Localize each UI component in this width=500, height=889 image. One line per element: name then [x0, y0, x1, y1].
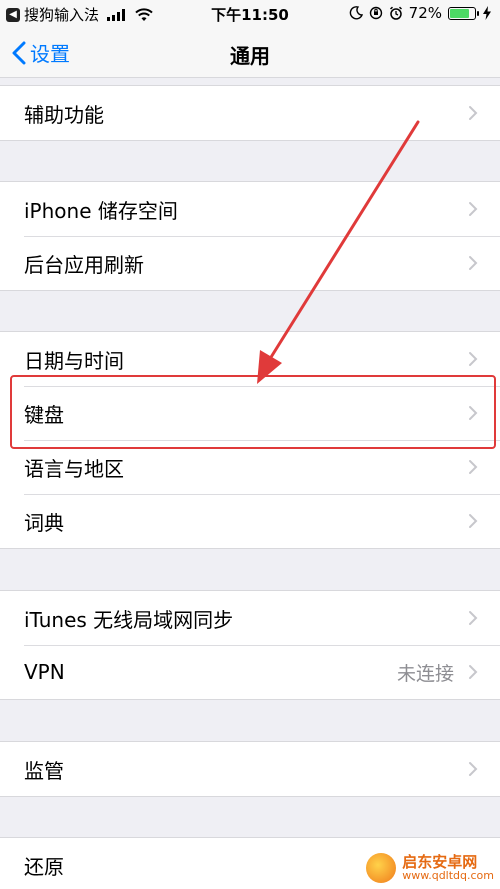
navigation-bar: 设置 通用 [0, 28, 500, 78]
status-bar: ◀ 搜狗输入法 下午11:50 72% [0, 0, 500, 28]
settings-group-network: iTunes 无线局域网同步 VPN 未连接 [0, 590, 500, 700]
moon-icon [349, 6, 363, 20]
battery-icon [448, 6, 479, 20]
row-iphone-storage[interactable]: iPhone 储存空间 [0, 182, 500, 236]
chevron-right-icon [469, 611, 478, 625]
row-label: 后台应用刷新 [24, 252, 144, 277]
row-label: VPN [24, 660, 65, 684]
battery-percent: 72% [408, 4, 442, 22]
settings-group-locale: 日期与时间 键盘 语言与地区 词典 [0, 331, 500, 549]
row-label: 辅助功能 [24, 102, 104, 127]
chevron-right-icon [469, 514, 478, 528]
row-accessibility[interactable]: 辅助功能 [0, 86, 500, 140]
watermark-url: www.qdltdq.com [402, 869, 494, 883]
watermark-name: 启东安卓网 [402, 852, 478, 871]
row-label: 日期与时间 [24, 348, 124, 373]
row-dictionary[interactable]: 词典 [0, 494, 500, 548]
chevron-right-icon [469, 762, 478, 776]
watermark: 启东安卓网 www.qdltdq.com [366, 853, 494, 883]
row-label: 监管 [24, 758, 64, 783]
chevron-right-icon [469, 665, 478, 679]
chevron-right-icon [469, 352, 478, 366]
alarm-icon [389, 6, 402, 20]
row-label: 还原 [24, 854, 64, 879]
row-supervision[interactable]: 监管 [0, 742, 500, 796]
row-keyboard[interactable]: 键盘 [0, 386, 500, 440]
vpn-status: 未连接 [396, 663, 454, 685]
chevron-right-icon [469, 106, 478, 120]
settings-group-accessibility: 辅助功能 [0, 85, 500, 141]
settings-group-supervision: 监管 [0, 741, 500, 797]
chevron-right-icon [469, 406, 478, 420]
charging-icon [483, 6, 491, 20]
chevron-right-icon [469, 460, 478, 474]
row-date-time[interactable]: 日期与时间 [0, 332, 500, 386]
row-label: iTunes 无线局域网同步 [24, 607, 234, 632]
row-vpn[interactable]: VPN 未连接 [0, 645, 500, 699]
watermark-text: 启东安卓网 www.qdltdq.com [402, 854, 494, 883]
row-label: 键盘 [24, 402, 64, 427]
watermark-logo-icon [366, 853, 397, 883]
row-label: 语言与地区 [24, 456, 124, 481]
settings-group-storage: iPhone 储存空间 后台应用刷新 [0, 181, 500, 291]
row-label: iPhone 储存空间 [24, 198, 178, 223]
status-right: 72% [349, 4, 492, 22]
row-label: 词典 [24, 510, 64, 535]
chevron-right-icon [469, 256, 478, 270]
chevron-right-icon [469, 202, 478, 216]
orientation-lock-icon [369, 6, 382, 20]
row-language-region[interactable]: 语言与地区 [0, 440, 500, 494]
row-itunes-wifi-sync[interactable]: iTunes 无线局域网同步 [0, 591, 500, 645]
page-title: 通用 [230, 44, 270, 68]
row-background-app-refresh[interactable]: 后台应用刷新 [0, 236, 500, 290]
